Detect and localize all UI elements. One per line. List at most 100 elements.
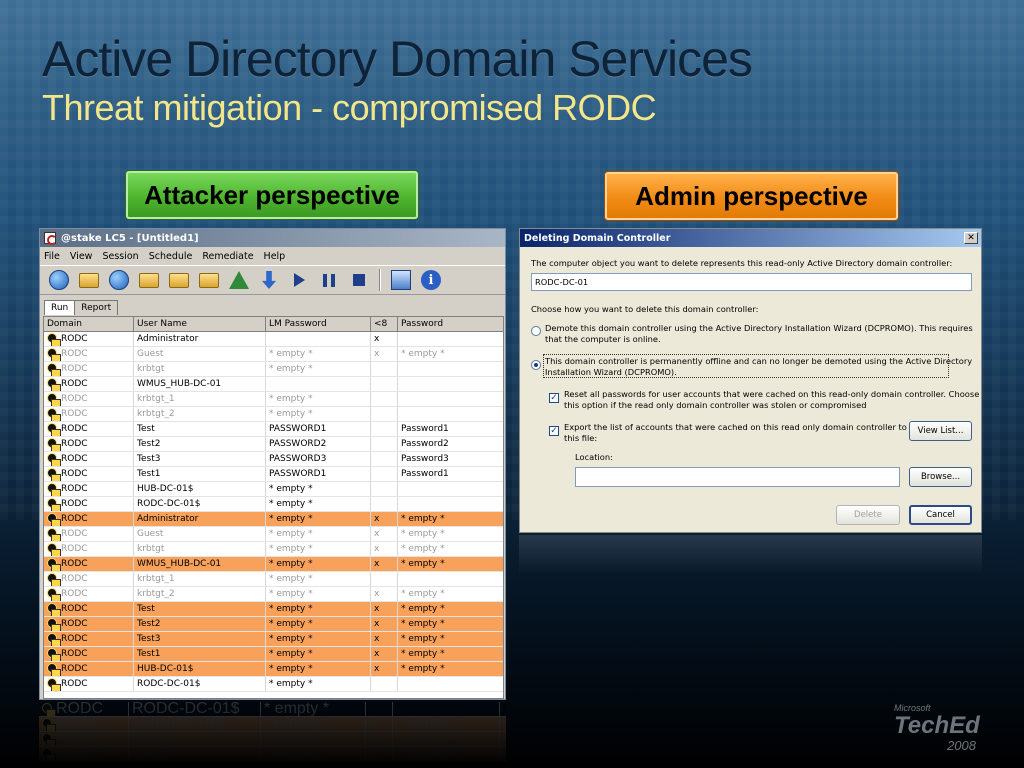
cell-password xyxy=(398,377,503,391)
table-row[interactable]: RODC krbtgt_1 * empty * xyxy=(44,392,503,407)
browse-button[interactable]: Browse... xyxy=(909,467,972,487)
cell-user-name: WMUS_HUB-DC-01 xyxy=(134,377,266,391)
export-accounts-checkbox[interactable]: ✓ xyxy=(549,426,559,436)
export-button[interactable] xyxy=(166,268,192,292)
report-button[interactable] xyxy=(388,268,414,292)
location-input[interactable] xyxy=(575,467,900,487)
cell-domain: RODC xyxy=(44,347,134,361)
cell-domain: RODC xyxy=(44,632,134,646)
table-row[interactable]: RODC Test2 PASSWORD2 Password2 xyxy=(44,437,503,452)
cell-password: Password3 xyxy=(398,452,503,466)
tab-run[interactable]: Run xyxy=(44,300,76,315)
cell-password: * empty * xyxy=(398,557,503,571)
cell-domain-text: RODC xyxy=(61,334,88,344)
cell-lt8: x xyxy=(371,557,398,571)
cell-domain-text: RODC xyxy=(61,454,88,464)
tab-report[interactable]: Report xyxy=(74,300,119,315)
lc5-window: @stake LC5 - [Untitled1] File View Sessi… xyxy=(39,228,506,700)
table-row[interactable]: RODCTest3* empty *x* empty * xyxy=(44,632,503,647)
cell-domain: RODC xyxy=(44,542,134,556)
open-session-button[interactable] xyxy=(76,268,102,292)
table-row[interactable]: RODC krbtgt * empty * x * empty * xyxy=(44,542,503,557)
table-row[interactable]: RODC Test PASSWORD1 Password1 xyxy=(44,422,503,437)
admin-perspective-badge: Admin perspective xyxy=(605,172,898,220)
table-row[interactable]: RODC Guest * empty * x * empty * xyxy=(44,527,503,542)
column-lm-password[interactable]: LM Password xyxy=(266,317,371,331)
cell-domain-text: RODC xyxy=(61,529,88,539)
menu-schedule[interactable]: Schedule xyxy=(149,251,193,262)
cell-lt8: x xyxy=(371,587,398,601)
cell-lt8 xyxy=(371,452,398,466)
remediate-button[interactable] xyxy=(226,268,252,292)
table-row[interactable]: RODC krbtgt_2 * empty * xyxy=(44,407,503,422)
table-row[interactable]: RODC RODC-DC-01$* empty * xyxy=(44,497,503,512)
offline-radio[interactable] xyxy=(531,360,541,370)
column-domain[interactable]: Domain xyxy=(44,317,134,331)
table-row[interactable]: RODC HUB-DC-01$ * empty * xyxy=(44,482,503,497)
column-password[interactable]: Password xyxy=(398,317,503,331)
table-row[interactable]: RODC RODC-DC-01$* empty * xyxy=(44,677,503,692)
cell-domain: RODC xyxy=(44,617,134,631)
menu-file[interactable]: File xyxy=(44,251,60,262)
menu-remediate[interactable]: Remediate xyxy=(202,251,253,262)
cell-lm-password: * empty * xyxy=(266,617,371,631)
download-button[interactable] xyxy=(256,268,282,292)
user-account-icon xyxy=(46,453,61,466)
cell-lt8: x xyxy=(371,527,398,541)
table-row[interactable]: RODC Test1 PASSWORD1 Password1 xyxy=(44,467,503,482)
table-row[interactable]: RODC WMUS_HUB-DC-01 xyxy=(44,377,503,392)
menu-help[interactable]: Help xyxy=(264,251,286,262)
table-row[interactable]: RODCTest1* empty *x* empty * xyxy=(44,647,503,662)
cell-user-name: krbtgt xyxy=(134,362,266,376)
deleting-dc-dialog: Deleting Domain Controller ✕ The compute… xyxy=(519,228,982,533)
info-button[interactable]: i xyxy=(418,268,444,292)
cell-domain-text: RODC xyxy=(61,409,88,419)
cell-lt8 xyxy=(371,497,398,511)
cell-password: Password1 xyxy=(398,467,503,481)
table-row[interactable]: RODC krbtgt * empty * xyxy=(44,362,503,377)
pause-button[interactable] xyxy=(316,268,342,292)
cell-domain: RODC xyxy=(44,392,134,406)
cell-domain: RODC xyxy=(44,677,134,691)
column-user-name[interactable]: User Name xyxy=(134,317,266,331)
stop-button[interactable] xyxy=(346,268,372,292)
table-row[interactable]: RODC Administrator x xyxy=(44,332,503,347)
lc5-app-icon xyxy=(44,232,57,245)
cell-user-name: Guest xyxy=(134,347,266,361)
close-button[interactable]: ✕ xyxy=(964,232,978,244)
cell-lt8 xyxy=(371,572,398,586)
cancel-button[interactable]: Cancel xyxy=(909,505,972,525)
table-row[interactable]: RODC Test2 * empty * x * empty * xyxy=(44,617,503,632)
table-row[interactable]: RODC Test3 PASSWORD3 Password3 xyxy=(44,452,503,467)
demote-radio[interactable] xyxy=(531,326,541,336)
reset-passwords-checkbox[interactable]: ✓ xyxy=(549,393,559,403)
choose-method-text: Choose how you want to delete this domai… xyxy=(531,304,759,314)
table-row[interactable]: RODC WMUS_HUB-DC-01 * empty * x * empty * xyxy=(44,557,503,572)
play-button[interactable] xyxy=(286,268,312,292)
table-row[interactable]: RODC Test * empty * x * empty * xyxy=(44,602,503,617)
cell-domain-text: RODC xyxy=(61,424,88,434)
table-row[interactable]: RODC Administrator * empty * x * empty * xyxy=(44,512,503,527)
import-button[interactable] xyxy=(136,268,162,292)
cell-domain-text: RODC xyxy=(61,514,88,524)
view-list-button[interactable]: View List... xyxy=(909,421,972,441)
menu-view[interactable]: View xyxy=(70,251,93,262)
save-button[interactable] xyxy=(106,268,132,292)
table-row[interactable]: RODC krbtgt_1 * empty * xyxy=(44,572,503,587)
table-row[interactable]: RODC Guest * empty * x * empty * xyxy=(44,347,503,362)
cell-user-name: Test3 xyxy=(134,452,266,466)
cell-lm-password: * empty * xyxy=(266,482,371,496)
pause-icon xyxy=(323,273,335,287)
cell-lt8: x xyxy=(371,617,398,631)
cell-lt8: x xyxy=(371,542,398,556)
table-row[interactable]: RODCHUB-DC-01$* empty *x* empty * xyxy=(44,662,503,677)
delete-button[interactable]: Delete xyxy=(836,505,900,525)
new-session-button[interactable] xyxy=(46,268,72,292)
session-options-button[interactable] xyxy=(196,268,222,292)
menu-session[interactable]: Session xyxy=(102,251,138,262)
user-account-icon xyxy=(46,363,61,376)
offline-option-line2: Installation Wizard (DCPROMO). xyxy=(545,367,677,377)
cell-lt8 xyxy=(371,467,398,481)
table-row[interactable]: RODC krbtgt_2 * empty * x * empty * xyxy=(44,587,503,602)
column-lt8[interactable]: <8 xyxy=(371,317,398,331)
